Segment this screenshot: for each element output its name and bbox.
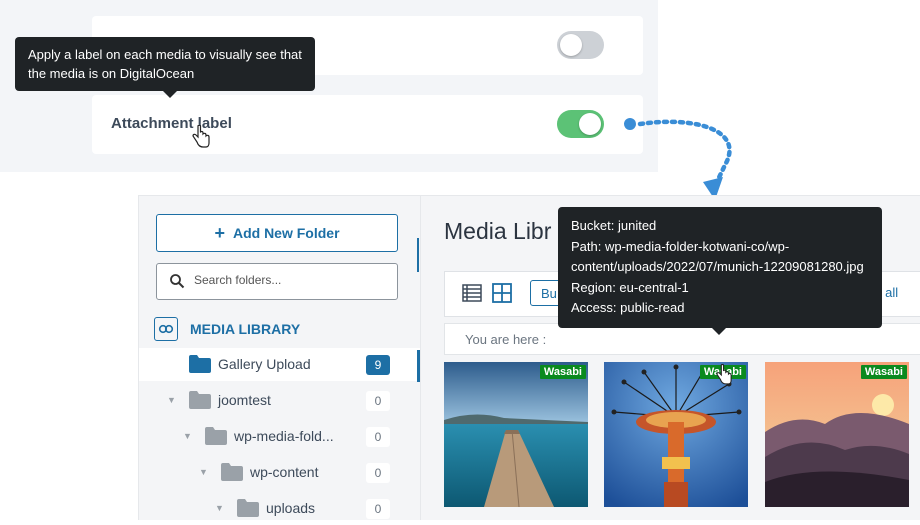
add-folder-label: Add New Folder [232,225,340,241]
search-icon [170,274,185,289]
search-folders-input[interactable] [192,272,386,288]
page-title: Media Libr [444,218,552,244]
folder-name: uploads [266,500,316,516]
tooltip-region: Region: eu-central-1 [571,279,689,295]
folder-count-badge: 0 [366,427,390,447]
digitalocean-tooltip: Apply a label on each media to visually … [15,37,315,98]
add-new-folder-button[interactable]: + Add New Folder [156,214,398,252]
search-folders-box [156,263,398,300]
toggle-switch-on[interactable] [557,110,604,138]
folder-icon [189,355,211,373]
media-library-icon [154,317,178,341]
breadcrumb-label: You are here : [465,332,547,347]
list-view-icon[interactable] [462,283,482,303]
caret-down-icon[interactable]: ▼ [167,395,176,405]
folder-item-wp-media-folder[interactable]: ▼ wp-media-fold... 0 [139,420,420,453]
folder-name: wp-content [250,464,319,480]
folder-icon [205,427,227,445]
tooltip-path: Path: wp-media-folder-kotwani-co/wp-cont… [571,238,864,275]
tooltip-arrow [163,91,177,98]
media-library-root[interactable]: MEDIA LIBRARY [154,317,300,341]
hand-cursor-icon [192,125,210,148]
folder-item-gallery-upload[interactable]: Gallery Upload 9 [139,348,420,382]
wasabi-badge: Wasabi [539,365,586,379]
folder-name: Gallery Upload [218,356,311,372]
media-thumbnail-carousel[interactable]: Wasabi [604,362,748,507]
wasabi-badge: Wasabi [860,365,907,379]
toggle-knob [560,34,582,56]
sunset-image [765,362,909,507]
folder-item-uploads[interactable]: ▼ uploads 0 [139,492,420,525]
folder-item-wp-content[interactable]: ▼ wp-content 0 [139,456,420,489]
folder-count-badge: 0 [366,499,390,519]
media-library-title: MEDIA LIBRARY [190,321,301,337]
folder-count-badge: 0 [366,391,390,411]
folder-count-badge: 0 [366,463,390,483]
attachment-label-text: Attachment label [111,115,232,132]
pier-image [444,362,588,507]
tooltip-arrow [712,327,726,335]
hand-cursor-icon [716,364,732,385]
tooltip-bucket: Bucket: junited [571,218,657,233]
caret-down-icon[interactable]: ▼ [215,503,224,513]
folder-icon [221,463,243,481]
folder-item-joomtest[interactable]: ▼ joomtest 0 [139,384,420,417]
caret-down-icon[interactable]: ▼ [199,467,208,477]
storage-info-tooltip: Bucket: junited Path: wp-media-folder-ko… [558,207,882,335]
folder-icon [189,391,211,409]
folder-count-badge: 9 [366,355,390,375]
settings-panel: Attachment label Apply a label on each m… [0,0,658,172]
media-thumbnail-pier[interactable]: Wasabi [444,362,588,507]
folder-sidebar: + Add New Folder MEDIA LIBRARY Gallery U… [139,196,421,520]
media-thumbnail-sunset[interactable]: Wasabi [765,362,909,507]
plus-icon: + [214,222,225,243]
tooltip-text: Apply a label on each media to visually … [28,47,302,81]
grid-view-icon[interactable] [492,283,512,303]
caret-down-icon[interactable]: ▼ [183,431,192,441]
tooltip-access: Access: public-read [571,300,685,316]
folder-name: wp-media-fold... [234,428,334,444]
toggle-knob [579,113,601,135]
folder-name: joomtest [218,392,271,408]
dotted-arrow-connector [624,118,732,200]
folder-icon [237,499,259,517]
setting-row-attachment-label: Attachment label [92,95,643,154]
toggle-switch-off[interactable] [557,31,604,59]
